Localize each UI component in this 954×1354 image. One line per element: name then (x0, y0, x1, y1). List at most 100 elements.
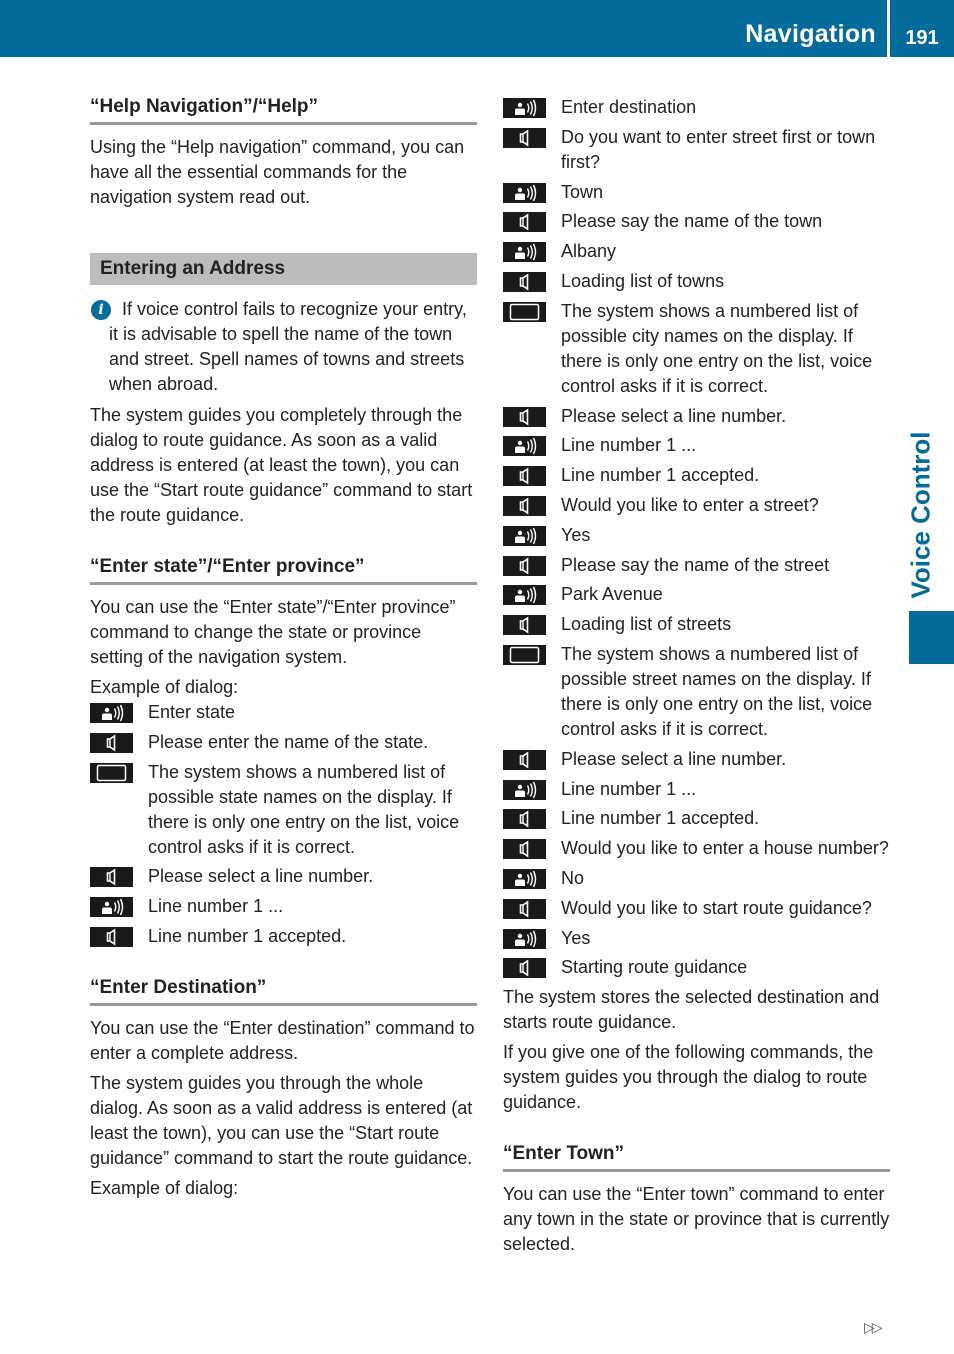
state-example-label: Example of dialog: (90, 677, 239, 697)
dialog-step-text: Do you want to enter street first or tow… (561, 126, 876, 172)
dialog-step-system: Loading list of towns (503, 269, 890, 294)
dialog-step-text: Please select a line number. (148, 866, 374, 887)
state-heading: “Enter state”/“Enter province” (90, 555, 477, 585)
dialog-step-text: The system shows a numbered list of poss… (561, 643, 873, 739)
speaker-icon (503, 749, 546, 770)
state-dialog: Enter state Please enter the name of the … (90, 700, 477, 949)
dialog-step-text: Albany (561, 241, 617, 262)
display-screen-icon (503, 301, 546, 322)
dialog-step-text: The system shows a numbered list of poss… (148, 761, 460, 857)
side-tab-marker (909, 611, 954, 664)
state-text: You can use the “Enter state”/“Enter pro… (90, 597, 456, 667)
page-number: 191 (905, 27, 939, 49)
dialog-step-system: Please select a line number. (90, 864, 477, 889)
right-column: Enter destination Do you want to enter st… (503, 95, 890, 1262)
dialog-step-system: Do you want to enter street first or tow… (503, 125, 890, 175)
commands-text: If you give one of the following command… (503, 1042, 874, 1113)
address-band-heading: Entering an Address (90, 253, 477, 285)
dialog-step-text: Would you like to enter a street? (561, 494, 819, 515)
header-bar: Navigation 191 (0, 0, 954, 57)
person-speaking-icon (503, 779, 546, 800)
side-tab[interactable]: Voice Control (900, 430, 942, 600)
dialog-step-text: Loading list of streets (561, 614, 732, 635)
dialog-step-text: Would you like to start route guidance? (561, 897, 872, 918)
dialog-step-text: Park Avenue (561, 584, 663, 605)
dialog-step-system: Please select a line number. (503, 747, 890, 772)
speaker-icon (503, 958, 546, 979)
person-speaking-icon (503, 525, 546, 546)
speaker-icon (503, 809, 546, 830)
dialog-step-text: Would you like to enter a house number? (561, 838, 889, 859)
dialog-step-text: Please say the name of the town (561, 211, 823, 232)
speaker-icon (90, 926, 133, 947)
dialog-step-system: Would you like to start route guidance? (503, 896, 890, 921)
town-heading: “Enter Town” (503, 1142, 890, 1173)
destination-example-label: Example of dialog: (90, 1177, 239, 1198)
speaker-icon (503, 271, 546, 292)
speaker-icon (503, 406, 546, 427)
dialog-step-user: Town (503, 180, 890, 205)
display-screen-icon (90, 762, 133, 783)
info-icon: i (91, 300, 111, 320)
dialog-step-user: Yes (503, 523, 890, 548)
destination-heading: “Enter Destination” (90, 976, 477, 1006)
person-speaking-icon (503, 98, 546, 118)
dialog-step-display: The system shows a numbered list of poss… (503, 299, 890, 399)
dialog-step-user: Yes (503, 926, 890, 951)
address-text: The system guides you completely through… (90, 405, 473, 525)
dialog-step-system: Please enter the name of the state. (90, 730, 477, 755)
speaker-icon (90, 867, 133, 888)
destination-text-1: You can use the “Enter destination” comm… (90, 1017, 475, 1063)
speaker-icon (503, 615, 546, 636)
speaker-icon (503, 127, 546, 148)
dialog-step-text: Yes (561, 927, 591, 948)
dialog-step-user: Line number 1 ... (90, 894, 477, 919)
dialog-step-system: Would you like to enter a house number? (503, 836, 890, 861)
person-speaking-icon (503, 436, 546, 457)
dialog-step-text: Please select a line number. (561, 748, 787, 769)
help-heading: “Help Navigation”/“Help” (90, 95, 477, 125)
dialog-step-display: The system shows a numbered list of poss… (90, 760, 477, 860)
speaker-icon (503, 212, 546, 233)
dialog-step-text: Line number 1 ... (561, 435, 697, 456)
dialog-step-text: Line number 1 ... (148, 896, 284, 917)
person-speaking-icon (503, 868, 546, 889)
person-speaking-icon (90, 703, 133, 723)
left-column: “Help Navigation”/“Help” Using the “Help… (90, 95, 477, 1206)
speaker-icon (503, 466, 546, 487)
destination-text-2: The system guides you through the whole … (90, 1072, 473, 1168)
dialog-step-text: Town (561, 181, 604, 202)
dialog-step-display: The system shows a numbered list of poss… (503, 642, 890, 742)
continued-arrow-icon: ▷▷ (864, 1319, 882, 1335)
dialog-step-text: No (561, 867, 585, 888)
dialog-step-user: Line number 1 ... (503, 433, 890, 458)
dialog-step-user: Enter destination (503, 95, 890, 120)
dialog-step-text: Line number 1 accepted. (561, 465, 760, 486)
dialog-step-text: Yes (561, 524, 591, 545)
display-screen-icon (503, 644, 546, 665)
stores-text: The system stores the selected destinati… (503, 987, 880, 1033)
dialog-step-user: Enter state (90, 700, 477, 725)
dialog-step-system: Starting route guidance (503, 955, 890, 980)
dialog-step-user: No (503, 866, 890, 891)
speaker-icon (90, 732, 133, 753)
dialog-step-text: Please select a line number. (561, 405, 787, 426)
dialog-step-user: Line number 1 ... (503, 777, 890, 802)
person-speaking-icon (90, 897, 133, 918)
dialog-step-text: Line number 1 ... (561, 778, 697, 799)
info-note: i If voice control fails to recognize yo… (90, 297, 477, 397)
dialog-step-text: Please enter the name of the state. (148, 731, 429, 752)
dialog-step-system: Loading list of streets (503, 612, 890, 637)
dialog-step-text: Line number 1 accepted. (148, 925, 347, 946)
dialog-step-text: Starting route guidance (561, 957, 748, 978)
dialog-step-user: Albany (503, 239, 890, 264)
dialog-step-text: Enter destination (561, 97, 697, 117)
side-tab-label: Voice Control (905, 431, 936, 599)
info-note-text: If voice control fails to recognize your… (109, 299, 467, 394)
help-text: Using the “Help navigation” command, you… (90, 137, 465, 207)
dialog-step-text: Line number 1 accepted. (561, 808, 760, 829)
dialog-step-system: Line number 1 accepted. (503, 463, 890, 488)
person-speaking-icon (503, 585, 546, 606)
person-speaking-icon (503, 182, 546, 203)
chapter-title: Navigation (745, 20, 876, 48)
